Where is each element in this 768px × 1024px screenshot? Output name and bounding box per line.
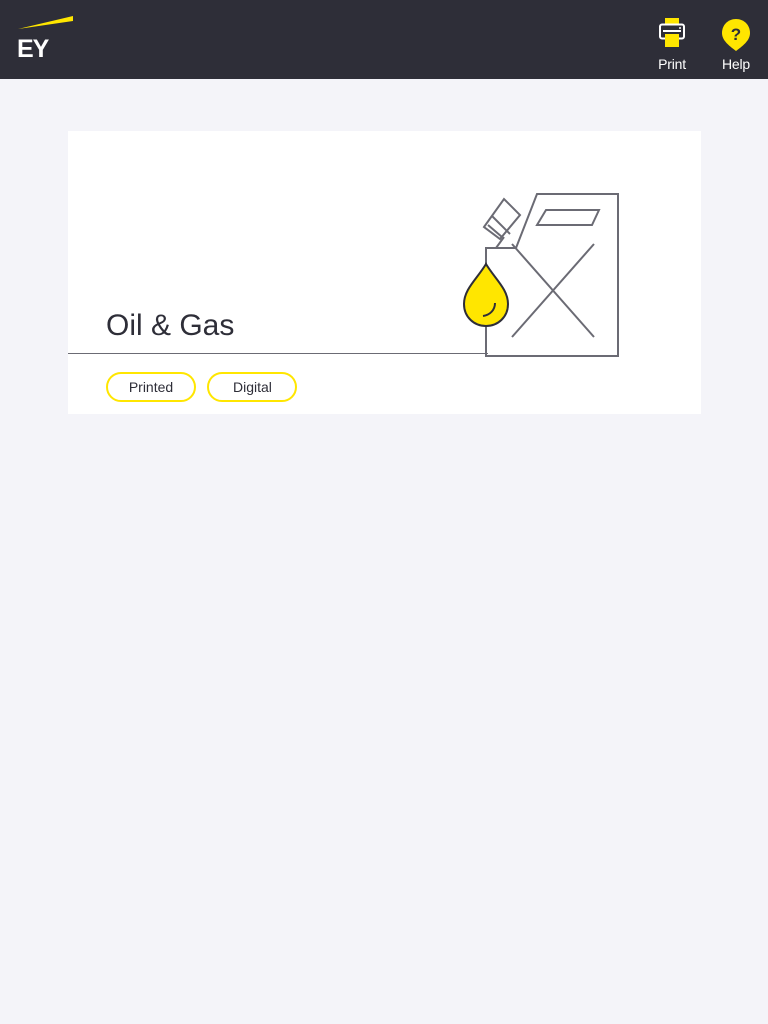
tag-printed[interactable]: Printed <box>106 372 196 402</box>
format-tags: Printed Digital <box>106 372 304 402</box>
card-title: Oil & Gas <box>106 309 235 342</box>
svg-text:?: ? <box>731 25 741 44</box>
oil-canister-icon <box>462 193 619 357</box>
ey-logo[interactable]: EY <box>16 15 76 65</box>
logo-beam-icon <box>18 16 73 29</box>
top-bar: EY Print ? Help <box>0 0 768 79</box>
print-label: Print <box>658 56 686 72</box>
tag-digital[interactable]: Digital <box>207 372 298 402</box>
logo-text: EY <box>17 35 49 63</box>
print-button[interactable]: Print <box>647 16 697 74</box>
help-button[interactable]: ? Help <box>711 16 761 74</box>
help-label: Help <box>722 56 750 72</box>
printer-icon <box>659 18 685 47</box>
topic-card[interactable]: Oil & Gas Printed Digital <box>68 131 701 414</box>
title-divider <box>68 353 488 354</box>
help-icon: ? <box>722 19 750 51</box>
